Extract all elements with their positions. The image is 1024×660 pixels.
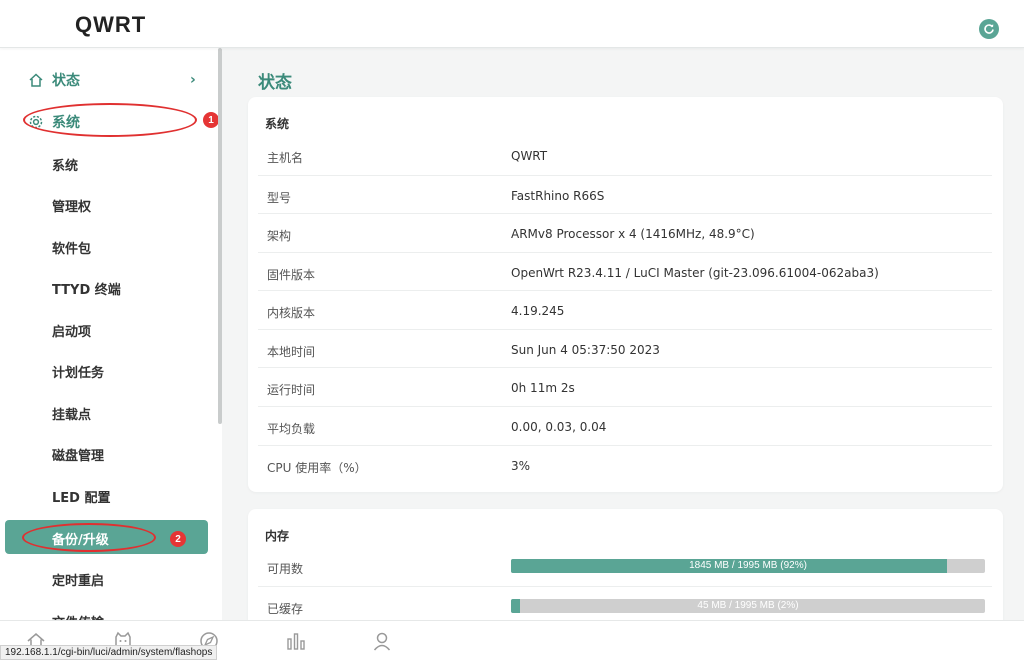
row-value: ARMv8 Processor x 4 (1416MHz, 48.9°C) bbox=[511, 227, 755, 241]
top-header: QWRT bbox=[0, 0, 1024, 48]
bar-label: 45 MB / 1995 MB (2%) bbox=[697, 600, 799, 611]
sidebar-sub-admin[interactable]: 管理权 bbox=[52, 196, 91, 215]
info-row: 内核版本 4.19.245 bbox=[258, 290, 992, 329]
row-value: 3% bbox=[511, 459, 531, 473]
info-row: 本地时间 Sun Jun 4 05:37:50 2023 bbox=[258, 329, 992, 368]
sidebar-sub-disk[interactable]: 磁盘管理 bbox=[52, 445, 104, 464]
user-icon[interactable] bbox=[370, 629, 394, 653]
annotation-badge-1: 1 bbox=[203, 112, 219, 128]
row-value: 0.00, 0.03, 0.04 bbox=[511, 420, 607, 434]
system-card-title: 系统 bbox=[265, 117, 290, 131]
memory-card-title: 内存 bbox=[265, 529, 290, 543]
row-key: 已缓存 bbox=[267, 602, 304, 616]
info-row: 型号 FastRhino R66S bbox=[258, 175, 992, 214]
sidebar-sub-file-transfer[interactable]: 文件传输 bbox=[52, 612, 104, 620]
annotation-ellipse-1 bbox=[23, 103, 197, 137]
info-row: 主机名 QWRT bbox=[258, 136, 992, 175]
sidebar-sub-startup[interactable]: 启动项 bbox=[52, 321, 91, 340]
memory-cached-bar: 45 MB / 1995 MB (2%) bbox=[511, 599, 985, 613]
sidebar-sub-system[interactable]: 系统 bbox=[52, 155, 78, 174]
row-key: 平均负载 bbox=[267, 422, 316, 436]
annotation-ellipse-2 bbox=[22, 523, 156, 552]
bar-label: 1845 MB / 1995 MB (92%) bbox=[689, 560, 807, 571]
refresh-icon[interactable] bbox=[979, 19, 999, 39]
row-key: 可用数 bbox=[267, 562, 304, 576]
annotation-badge-2: 2 bbox=[170, 531, 186, 547]
memory-row: 可用数 1845 MB / 1995 MB (92%) bbox=[258, 547, 992, 586]
sidebar-scrollbar[interactable] bbox=[218, 48, 222, 424]
row-key: CPU 使用率（%） bbox=[267, 461, 367, 475]
row-value: FastRhino R66S bbox=[511, 189, 605, 203]
info-row: 运行时间 0h 11m 2s bbox=[258, 367, 992, 406]
chart-icon[interactable] bbox=[284, 629, 308, 653]
row-value: 4.19.245 bbox=[511, 304, 565, 318]
row-key: 架构 bbox=[267, 229, 292, 243]
sidebar-sub-packages[interactable]: 软件包 bbox=[52, 238, 91, 257]
memory-available-bar: 1845 MB / 1995 MB (92%) bbox=[511, 559, 985, 573]
info-row: 固件版本 OpenWrt R23.4.11 / LuCI Master (git… bbox=[258, 252, 992, 291]
row-key: 固件版本 bbox=[267, 268, 316, 282]
row-key: 本地时间 bbox=[267, 345, 316, 359]
row-key: 运行时间 bbox=[267, 383, 316, 397]
row-key: 主机名 bbox=[267, 151, 304, 165]
row-key: 型号 bbox=[267, 191, 292, 205]
row-value: QWRT bbox=[511, 149, 548, 163]
system-card: 系统 主机名 QWRT 型号 FastRhino R66S 架构 ARMv8 P… bbox=[248, 97, 1003, 492]
row-value: OpenWrt R23.4.11 / LuCI Master (git-23.0… bbox=[511, 266, 879, 280]
home-icon bbox=[28, 72, 44, 88]
info-row: 架构 ARMv8 Processor x 4 (1416MHz, 48.9°C) bbox=[258, 213, 992, 252]
sidebar-item-status[interactable]: 状态 › bbox=[0, 60, 218, 100]
row-key: 内核版本 bbox=[267, 306, 316, 320]
sidebar-sub-ttyd[interactable]: TTYD 终端 bbox=[52, 279, 121, 298]
sidebar-sub-reboot-timer[interactable]: 定时重启 bbox=[52, 570, 104, 589]
status-bar-url: 192.168.1.1/cgi-bin/luci/admin/system/fl… bbox=[0, 645, 218, 660]
row-value: Sun Jun 4 05:37:50 2023 bbox=[511, 343, 660, 357]
chevron-right-icon: › bbox=[190, 72, 196, 88]
info-row: CPU 使用率（%） 3% bbox=[258, 445, 992, 484]
sidebar-item-status-label: 状态 bbox=[52, 73, 80, 89]
brand-logo[interactable]: QWRT bbox=[75, 12, 146, 38]
sidebar-sub-mounts[interactable]: 挂载点 bbox=[52, 404, 91, 423]
sidebar-sub-led[interactable]: LED 配置 bbox=[52, 487, 110, 506]
page-title: 状态 bbox=[258, 73, 292, 93]
row-value: 0h 11m 2s bbox=[511, 381, 575, 395]
info-row: 平均负载 0.00, 0.03, 0.04 bbox=[258, 406, 992, 445]
sidebar-sub-crontab[interactable]: 计划任务 bbox=[52, 362, 104, 381]
